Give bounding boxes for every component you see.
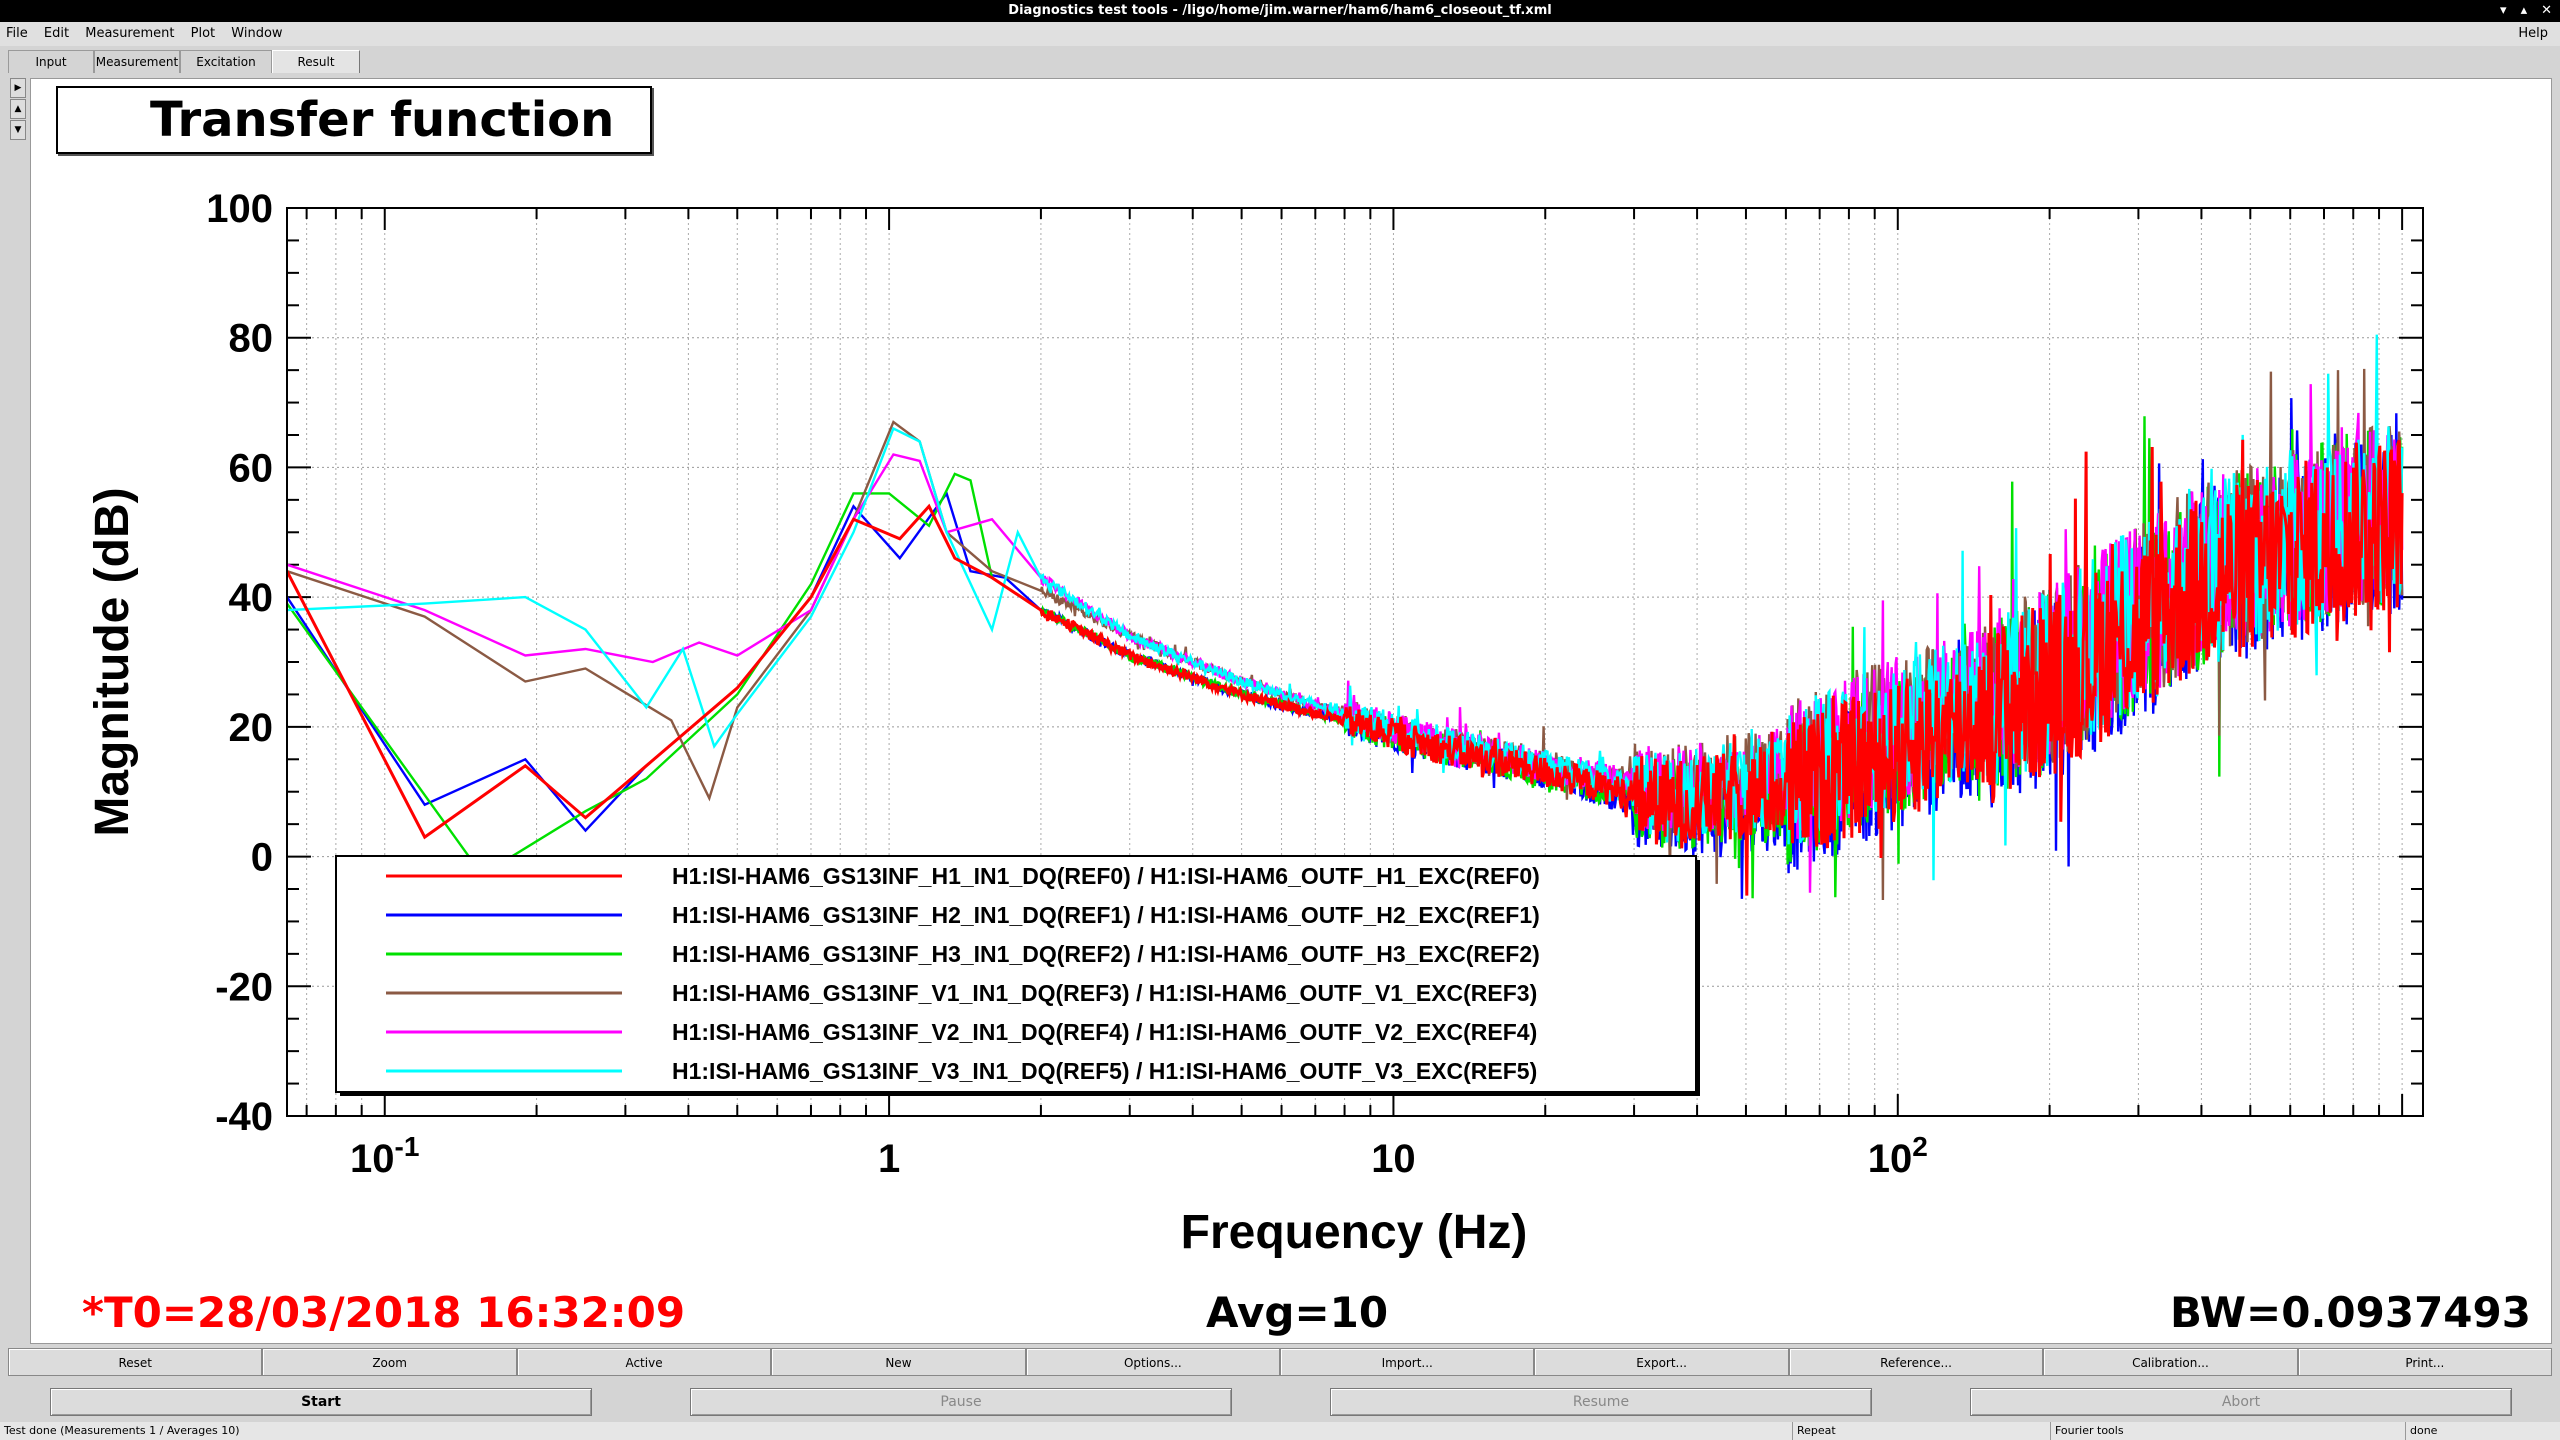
resume-button[interactable]: Resume [1330, 1388, 1872, 1416]
x-tick-label: 102 [1868, 1131, 1928, 1181]
status-bar: Test done (Measurements 1 / Averages 10)… [0, 1422, 2560, 1440]
y-tick-label: 0 [251, 836, 273, 880]
t0-timestamp: *T0=28/03/2018 16:32:09 [82, 1288, 686, 1337]
y-tick-label: 80 [229, 317, 274, 361]
averages-readout: Avg=10 [1206, 1288, 1389, 1337]
reset-button[interactable]: Reset [8, 1348, 263, 1376]
legend-entry: H1:ISI-HAM6_GS13INF_H2_IN1_DQ(REF1) / H1… [672, 902, 1540, 928]
control-button-row: Start Pause Resume Abort [0, 1388, 2560, 1418]
y-tick-label: 20 [229, 706, 274, 750]
new-button[interactable]: New [771, 1348, 1026, 1376]
calibration-button[interactable]: Calibration... [2043, 1348, 2298, 1376]
status-tool: Fourier tools [2050, 1422, 2124, 1440]
abort-button[interactable]: Abort [1970, 1388, 2512, 1416]
reference-button[interactable]: Reference... [1788, 1348, 2044, 1376]
y-tick-label: 40 [229, 576, 274, 620]
transfer-function-chart[interactable]: -40 -20 0 20 40 60 80 100 10-1 1 10 102 Frequency (H… [0, 0, 2560, 1440]
status-state: done [2405, 1422, 2437, 1440]
export-button[interactable]: Export... [1534, 1348, 1789, 1376]
y-tick-label: 60 [229, 446, 274, 490]
print-button[interactable]: Print... [2297, 1348, 2553, 1376]
legend-entry: H1:ISI-HAM6_GS13INF_V2_IN1_DQ(REF4) / H1… [672, 1019, 1537, 1045]
pause-button[interactable]: Pause [690, 1388, 1232, 1416]
status-mode: Repeat [1792, 1422, 1836, 1440]
legend-entry: H1:ISI-HAM6_GS13INF_V1_IN1_DQ(REF3) / H1… [672, 980, 1537, 1006]
import-button[interactable]: Import... [1280, 1348, 1535, 1376]
y-axis-label: Magnitude (dB) [86, 487, 139, 836]
y-tick-label: -20 [215, 965, 273, 1009]
x-tick-label: 10 [1371, 1137, 1416, 1181]
x-tick-label: 10-1 [350, 1131, 419, 1181]
legend-entry: H1:ISI-HAM6_GS13INF_H3_IN1_DQ(REF2) / H1… [672, 941, 1540, 967]
y-tick-label: -40 [215, 1095, 273, 1139]
status-message: Test done (Measurements 1 / Averages 10) [4, 1424, 240, 1437]
x-tick-label: 1 [878, 1137, 900, 1181]
legend-box [335, 855, 1697, 1093]
zoom-button[interactable]: Zoom [262, 1348, 517, 1376]
legend-entry: H1:ISI-HAM6_GS13INF_H1_IN1_DQ(REF0) / H1… [672, 863, 1540, 889]
start-button[interactable]: Start [50, 1388, 592, 1416]
plot-title: Transfer function [56, 86, 652, 154]
bandwidth-readout: BW=0.0937493 [2170, 1288, 2531, 1337]
active-button[interactable]: Active [516, 1348, 772, 1376]
options-button[interactable]: Options... [1025, 1348, 1281, 1376]
plot-button-row: Reset Zoom Active New Options... Import.… [8, 1348, 2553, 1376]
x-axis-label: Frequency (Hz) [1181, 1206, 1528, 1259]
y-tick-label: 100 [206, 187, 273, 231]
legend-entry: H1:ISI-HAM6_GS13INF_V3_IN1_DQ(REF5) / H1… [672, 1058, 1537, 1084]
